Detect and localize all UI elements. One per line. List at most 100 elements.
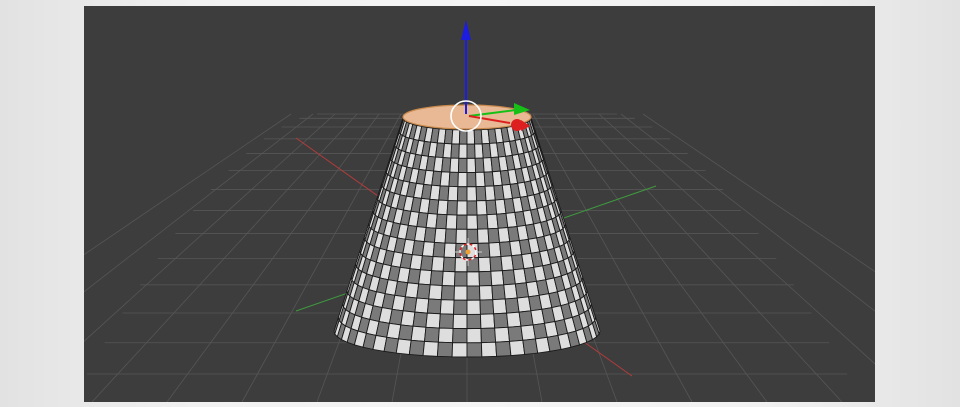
cone-face[interactable] xyxy=(486,213,499,230)
cone-face[interactable] xyxy=(433,227,447,244)
cone-face[interactable] xyxy=(487,227,501,244)
cone-face[interactable] xyxy=(507,325,524,342)
cone-face[interactable] xyxy=(456,186,468,202)
cone-face[interactable] xyxy=(439,171,451,187)
cone-face[interactable] xyxy=(466,186,478,202)
cone-face[interactable] xyxy=(466,157,477,174)
cone-face[interactable] xyxy=(466,200,478,216)
cone-face[interactable] xyxy=(398,324,414,341)
cone-face[interactable] xyxy=(432,241,446,258)
cone-face[interactable] xyxy=(423,227,437,243)
cone-face[interactable] xyxy=(420,255,434,272)
cone-face[interactable] xyxy=(455,214,468,230)
cone-face[interactable] xyxy=(395,338,412,355)
cone-face[interactable] xyxy=(456,200,468,216)
cone-face[interactable] xyxy=(424,326,440,343)
cone-face[interactable] xyxy=(476,200,488,216)
cone-face[interactable] xyxy=(422,340,439,357)
cone-face[interactable] xyxy=(425,312,441,329)
cone-face[interactable] xyxy=(494,326,510,343)
viewport-canvas[interactable] xyxy=(84,6,875,402)
cone-face[interactable] xyxy=(450,143,460,159)
cone-face[interactable] xyxy=(477,228,490,244)
cone-face[interactable] xyxy=(492,298,508,315)
cone-face[interactable] xyxy=(466,172,477,188)
cone-face[interactable] xyxy=(412,311,428,328)
cone-mesh[interactable] xyxy=(333,116,601,358)
cone-face[interactable] xyxy=(488,241,502,258)
cone-face[interactable] xyxy=(447,185,459,202)
cone-face[interactable] xyxy=(418,269,433,286)
cone-face[interactable] xyxy=(479,285,494,301)
cone-face[interactable] xyxy=(490,270,505,286)
cone-face[interactable] xyxy=(445,214,458,230)
cone-face[interactable] xyxy=(466,342,483,358)
cone-face[interactable] xyxy=(449,157,460,173)
cone-face[interactable] xyxy=(495,340,512,357)
cone-face[interactable] xyxy=(451,342,468,358)
3d-viewport[interactable] xyxy=(84,6,875,402)
cone-face[interactable] xyxy=(441,270,456,287)
cone-face[interactable] xyxy=(446,200,458,216)
cone-face[interactable] xyxy=(441,157,452,173)
cone-face[interactable] xyxy=(439,299,455,315)
cone-face[interactable] xyxy=(438,185,450,202)
cone-face[interactable] xyxy=(458,129,468,145)
cone-face[interactable] xyxy=(408,339,425,357)
cone-face[interactable] xyxy=(466,285,481,301)
cone-face[interactable] xyxy=(466,328,482,344)
cone-face[interactable] xyxy=(435,213,448,230)
cone-face[interactable] xyxy=(453,285,468,301)
cone-face[interactable] xyxy=(479,313,496,329)
cone-face[interactable] xyxy=(431,256,445,272)
cone-face[interactable] xyxy=(429,270,444,286)
cone-face[interactable] xyxy=(480,327,497,344)
cone-face[interactable] xyxy=(466,271,480,287)
cone-face[interactable] xyxy=(402,296,418,313)
cone-face[interactable] xyxy=(453,299,468,315)
cone-face[interactable] xyxy=(451,129,461,145)
cone-face[interactable] xyxy=(466,143,476,159)
cone-face[interactable] xyxy=(478,270,493,287)
cone-face[interactable] xyxy=(428,284,443,301)
cone-face[interactable] xyxy=(425,212,438,229)
cone-face[interactable] xyxy=(475,171,486,188)
cone-face[interactable] xyxy=(466,214,479,230)
cone-face[interactable] xyxy=(475,185,487,202)
cone-face[interactable] xyxy=(466,313,482,330)
cone-face[interactable] xyxy=(438,313,455,329)
cone-face[interactable] xyxy=(474,143,484,159)
cone-face[interactable] xyxy=(400,310,416,327)
cone-face[interactable] xyxy=(491,284,506,301)
cone-face[interactable] xyxy=(452,313,468,330)
cone-face[interactable] xyxy=(504,297,520,314)
cone-face[interactable] xyxy=(440,285,455,301)
cone-face[interactable] xyxy=(442,256,456,273)
gizmo-z-arrow-icon[interactable] xyxy=(461,20,471,40)
cone-face[interactable] xyxy=(478,256,492,273)
cone-face[interactable] xyxy=(455,228,468,244)
cone-face[interactable] xyxy=(444,228,457,244)
cone-face[interactable] xyxy=(443,242,457,259)
cone-face[interactable] xyxy=(477,242,491,259)
cone-face[interactable] xyxy=(436,199,449,216)
cone-face[interactable] xyxy=(466,299,481,315)
cone-face[interactable] xyxy=(414,297,430,314)
cone-face[interactable] xyxy=(421,241,435,258)
cone-face[interactable] xyxy=(410,325,427,342)
cone-face[interactable] xyxy=(476,214,489,230)
cone-face[interactable] xyxy=(448,171,459,188)
cone-face[interactable] xyxy=(493,312,509,329)
cone-face[interactable] xyxy=(437,327,454,344)
cone-face[interactable] xyxy=(452,328,468,344)
cone-face[interactable] xyxy=(479,299,495,315)
cone-face[interactable] xyxy=(454,271,468,287)
cone-face[interactable] xyxy=(416,283,431,300)
cone-face[interactable] xyxy=(442,142,453,159)
cone-face[interactable] xyxy=(436,341,454,358)
cone-face[interactable] xyxy=(474,157,485,173)
cone-face[interactable] xyxy=(466,129,476,145)
cone-face[interactable] xyxy=(506,311,522,328)
cone-face[interactable] xyxy=(457,172,468,188)
cone-face[interactable] xyxy=(509,339,526,357)
